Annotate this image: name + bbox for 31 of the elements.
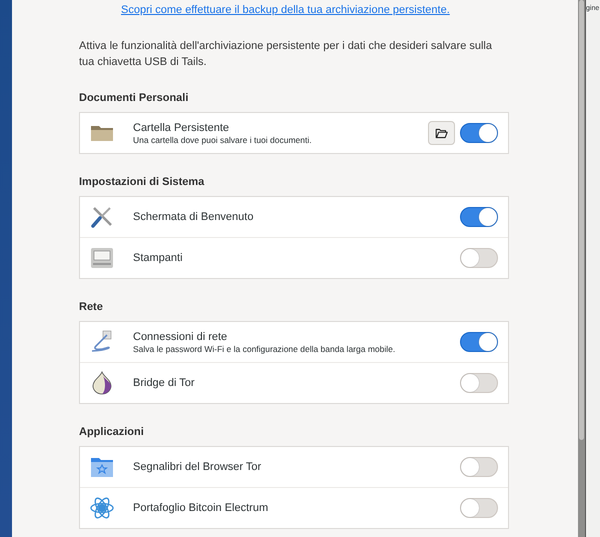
feature-name: Bridge di Tor <box>133 377 196 389</box>
toggle-switch[interactable] <box>460 457 498 477</box>
toggle-switch[interactable] <box>460 498 498 518</box>
toggle-switch[interactable] <box>460 373 498 393</box>
tools-icon <box>90 205 114 229</box>
feature-name: Stampanti <box>133 252 184 264</box>
feature-name: Connessioni di rete <box>133 330 228 342</box>
toggle-switch[interactable] <box>460 332 498 352</box>
printer-icon <box>90 246 114 270</box>
onion-icon <box>90 371 114 395</box>
feature-name: Portafoglio Bitcoin Electrum <box>133 502 270 514</box>
network-cable-icon <box>90 330 114 354</box>
section-heading: Applicazioni <box>79 426 145 438</box>
toggle-switch[interactable] <box>460 207 498 227</box>
atom-icon <box>90 496 114 520</box>
section-heading: Rete <box>79 301 104 313</box>
intro-text: Attiva le funzionalità dell'archiviazione persistente per i dati che desideri salvare sulla tua chiavetta USB di Tails. <box>79 39 493 70</box>
feature-name: Segnalibri del Browser Tor <box>133 461 262 473</box>
section-heading: Impostazioni di Sistema <box>79 176 206 188</box>
toggle-switch[interactable] <box>460 248 498 268</box>
folder-open-icon <box>435 126 448 140</box>
feature-description: Salva le password Wi-Fi e la configurazione della banda larga mobile. <box>133 344 396 354</box>
feature-description: Una cartella dove puoi salvare i tuoi documenti. <box>133 134 313 144</box>
backup-link[interactable]: Scopri come effettuare il backup della tua archiviazione persistente. <box>121 4 509 16</box>
feature-name: Cartella Persistente <box>133 122 230 134</box>
toggle-switch[interactable] <box>460 123 498 143</box>
open-folder-button[interactable] <box>428 121 455 145</box>
section-heading: Documenti Personali <box>79 92 190 104</box>
bookmark-folder-icon <box>90 455 114 479</box>
scrollbar-thumb[interactable] <box>579 0 584 440</box>
feature-name: Schermata di Benvenuto <box>133 211 254 223</box>
